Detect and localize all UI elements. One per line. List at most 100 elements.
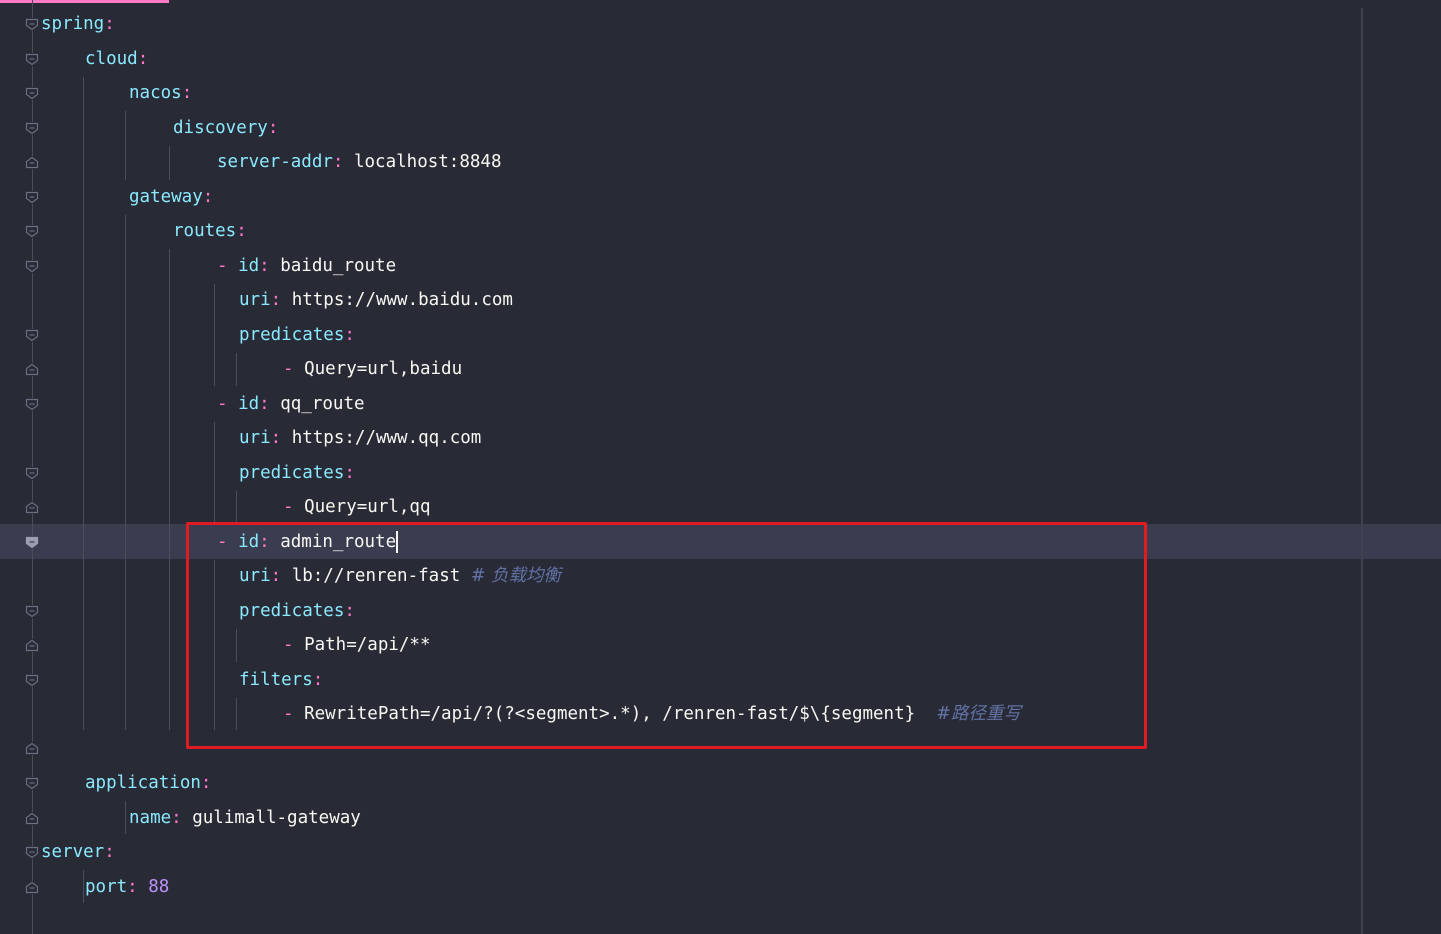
yaml-key: discovery	[173, 118, 268, 138]
code-line-routes[interactable]: routes:	[173, 219, 247, 243]
yaml-key: gateway	[129, 187, 203, 207]
fold-open-icon[interactable]	[25, 536, 39, 549]
fold-open-icon[interactable]	[25, 777, 39, 790]
indent-guide	[125, 111, 126, 180]
right-margin-guide	[1361, 8, 1363, 934]
yaml-value: RewritePath=/api/?(?<segment>.*), /renre…	[304, 704, 916, 724]
fold-close-icon[interactable]	[25, 881, 39, 894]
fold-open-icon[interactable]	[25, 605, 39, 618]
indent-guide	[214, 422, 215, 524]
code-line-route-predicates[interactable]: predicates:	[239, 461, 355, 485]
code-line-port[interactable]: port: 88	[85, 875, 169, 899]
fold-open-icon[interactable]	[25, 122, 39, 135]
indent-guide	[125, 215, 126, 730]
yaml-value: https://www.qq.com	[291, 428, 482, 448]
active-tab-indicator	[0, 0, 169, 3]
yaml-value: lb://renren-fast	[291, 566, 461, 586]
yaml-comment: # 负载均衡	[470, 566, 562, 586]
yaml-value: admin_route	[280, 532, 397, 552]
yaml-key: filters	[239, 670, 313, 690]
code-line-discovery[interactable]: discovery:	[173, 116, 278, 140]
yaml-key: spring	[41, 14, 105, 34]
code-line-spring[interactable]: spring:	[41, 12, 115, 36]
indent-guide	[236, 698, 237, 730]
fold-close-icon[interactable]	[25, 812, 39, 825]
indent-guide	[214, 284, 215, 386]
yaml-value: qq_route	[280, 394, 365, 414]
fold-open-icon[interactable]	[25, 191, 39, 204]
fold-open-icon[interactable]	[25, 18, 39, 31]
yaml-key: id	[238, 394, 260, 414]
code-line-gateway[interactable]: gateway:	[129, 185, 213, 209]
indent-guide	[214, 560, 215, 730]
code-line-application[interactable]: application:	[85, 771, 211, 795]
indent-guide	[83, 77, 84, 730]
code-line-route-id[interactable]: - id: qq_route	[217, 392, 365, 416]
code-line-predicate[interactable]: - Query=url,qq	[283, 495, 431, 519]
yaml-key: uri	[239, 566, 271, 586]
code-line-route-filters[interactable]: filters:	[239, 668, 323, 692]
fold-close-icon[interactable]	[25, 639, 39, 652]
fold-open-icon[interactable]	[25, 329, 39, 342]
code-editor[interactable]: spring: cloud: nacos: discovery: server-…	[0, 0, 1441, 934]
indent-guide	[125, 801, 126, 834]
code-line-route-uri[interactable]: uri: lb://renren-fast # 负载均衡	[239, 564, 561, 588]
indent-guide	[83, 870, 84, 903]
code-line-route-predicates[interactable]: predicates:	[239, 323, 355, 347]
fold-open-icon[interactable]	[25, 225, 39, 238]
yaml-key: predicates	[239, 601, 345, 621]
fold-open-icon[interactable]	[25, 674, 39, 687]
yaml-value: Query=url,qq	[304, 497, 431, 517]
code-line-app-name[interactable]: name: gulimall-gateway	[129, 806, 361, 830]
yaml-key: cloud	[85, 49, 138, 69]
yaml-key: routes	[173, 221, 237, 241]
fold-open-icon[interactable]	[25, 53, 39, 66]
indent-guide	[169, 249, 170, 730]
yaml-number: 88	[148, 877, 170, 897]
indent-guide	[236, 629, 237, 662]
code-line-route-id[interactable]: - id: baidu_route	[217, 254, 396, 278]
code-line-cloud[interactable]: cloud:	[85, 47, 148, 71]
code-line-predicate[interactable]: - Query=url,baidu	[283, 357, 462, 381]
code-line-server[interactable]: server:	[41, 840, 115, 864]
code-line-filter[interactable]: - RewritePath=/api/?(?<segment>.*), /ren…	[283, 702, 1021, 726]
fold-close-icon[interactable]	[25, 742, 39, 755]
text-caret	[396, 531, 399, 553]
yaml-value: Query=url,baidu	[304, 359, 463, 379]
yaml-comment: #路径重写	[936, 704, 1021, 724]
fold-close-icon[interactable]	[25, 363, 39, 376]
code-line-server-addr[interactable]: server-addr: localhost:8848	[217, 150, 502, 174]
yaml-value: gulimall-gateway	[192, 808, 361, 828]
code-line-nacos[interactable]: nacos:	[129, 81, 192, 105]
code-line-route-id-current[interactable]: - id: admin_route	[217, 530, 399, 554]
yaml-key: server-addr	[217, 152, 333, 172]
fold-open-icon[interactable]	[25, 260, 39, 273]
yaml-key: uri	[239, 428, 271, 448]
yaml-value: localhost:8848	[353, 152, 502, 172]
indent-guide	[169, 146, 170, 180]
yaml-key: id	[238, 256, 260, 276]
indent-guide	[236, 491, 237, 524]
fold-open-icon[interactable]	[25, 398, 39, 411]
code-line-route-uri[interactable]: uri: https://www.baidu.com	[239, 288, 513, 312]
code-line-route-predicates[interactable]: predicates:	[239, 599, 355, 623]
yaml-key: predicates	[239, 463, 345, 483]
yaml-key: uri	[239, 290, 271, 310]
fold-close-icon[interactable]	[25, 156, 39, 169]
yaml-value: https://www.baidu.com	[291, 290, 513, 310]
yaml-key: nacos	[129, 83, 182, 103]
yaml-value: baidu_route	[280, 256, 397, 276]
yaml-key: id	[238, 532, 260, 552]
yaml-key: name	[129, 808, 172, 828]
indent-guide	[236, 353, 237, 386]
fold-open-icon[interactable]	[25, 87, 39, 100]
code-line-predicate[interactable]: - Path=/api/**	[283, 633, 431, 657]
yaml-key: predicates	[239, 325, 345, 345]
yaml-key: server	[41, 842, 105, 862]
fold-open-icon[interactable]	[25, 846, 39, 859]
yaml-key: application	[85, 773, 201, 793]
code-line-route-uri[interactable]: uri: https://www.qq.com	[239, 426, 481, 450]
yaml-value: Path=/api/**	[304, 635, 431, 655]
fold-close-icon[interactable]	[25, 501, 39, 514]
fold-open-icon[interactable]	[25, 467, 39, 480]
